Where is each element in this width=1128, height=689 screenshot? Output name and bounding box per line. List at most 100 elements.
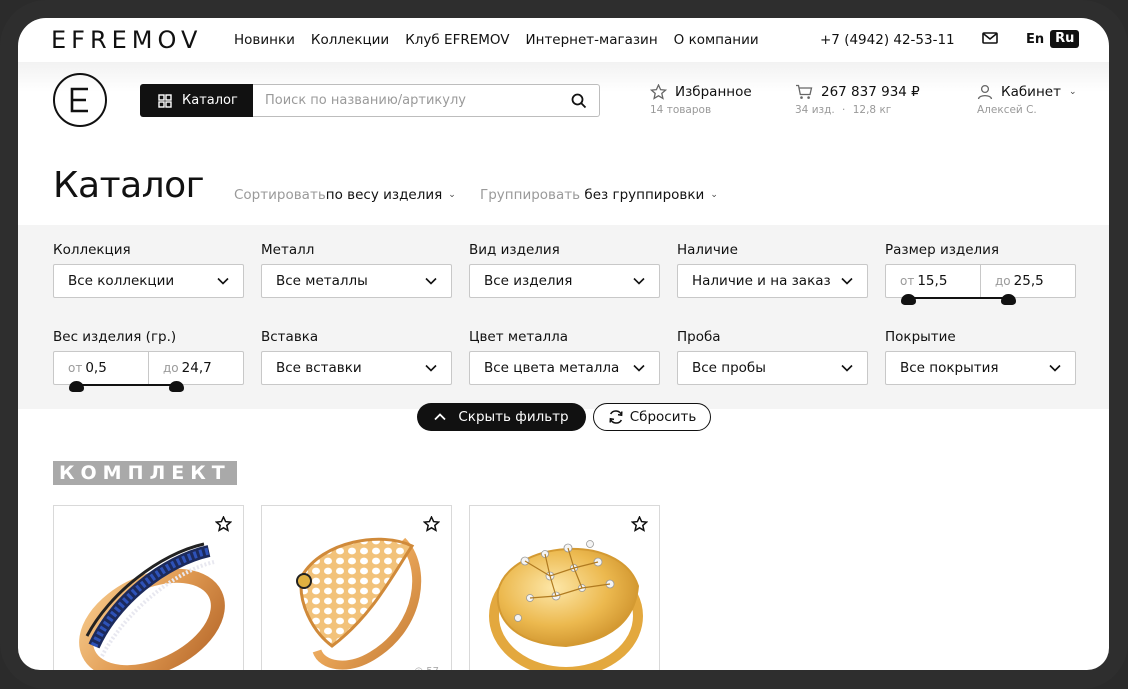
logo-e-icon bbox=[70, 87, 88, 113]
filter-collection: Коллекция Все коллекции bbox=[53, 242, 244, 298]
weight-to-field[interactable]: до 24,7 bbox=[148, 352, 243, 384]
weight-slider-min-handle[interactable] bbox=[69, 381, 84, 392]
favorites-link[interactable]: Избранное 14 товаров bbox=[650, 84, 752, 116]
cabinet-user-name: Алексей С. bbox=[977, 104, 1037, 116]
nav-item-club[interactable]: Клуб EFREMOV bbox=[405, 32, 509, 48]
filter-label: Проба bbox=[677, 329, 721, 345]
user-icon bbox=[977, 84, 993, 100]
range-prefix: от bbox=[68, 361, 83, 375]
filter-metal: Металл Все металлы bbox=[261, 242, 452, 298]
filter-label: Коллекция bbox=[53, 242, 131, 258]
group-label: Группировать bbox=[480, 187, 581, 203]
sort-label: Сортировать bbox=[234, 187, 326, 203]
filter-label: Наличие bbox=[677, 242, 738, 258]
range-prefix: до bbox=[995, 274, 1011, 288]
weight-from-field[interactable]: от 0,5 bbox=[54, 352, 148, 384]
browser-viewport: EFREMOV Новинки Коллекции Клуб EFREMOV И… bbox=[18, 18, 1109, 670]
range-prefix: от bbox=[900, 274, 915, 288]
search-input[interactable] bbox=[253, 85, 553, 116]
device-frame: EFREMOV Новинки Коллекции Клуб EFREMOV И… bbox=[0, 0, 1128, 689]
select-value: Все изделия bbox=[484, 273, 573, 289]
collection-select[interactable]: Все коллекции bbox=[53, 264, 244, 298]
page-title: Каталог bbox=[53, 165, 205, 206]
chevron-down-icon bbox=[217, 277, 229, 285]
select-value: Все цвета металла bbox=[484, 360, 620, 376]
chevron-down-icon: ⌄ bbox=[448, 190, 456, 200]
cabinet-menu[interactable]: Кабинет ⌄ Алексей С. bbox=[977, 84, 1077, 116]
grid-icon bbox=[158, 93, 172, 108]
reset-filter-button[interactable]: Сбросить bbox=[593, 403, 711, 431]
size-slider-min-handle[interactable] bbox=[901, 294, 916, 305]
select-value: Все пробы bbox=[692, 360, 766, 376]
favorite-star-icon[interactable] bbox=[423, 516, 440, 532]
nav-item-new[interactable]: Новинки bbox=[234, 32, 295, 48]
lang-ru[interactable]: Ru bbox=[1050, 30, 1080, 48]
weight-slider-track bbox=[76, 384, 177, 386]
chevron-down-icon: ⌄ bbox=[1068, 87, 1077, 97]
chevron-down-icon: ⌄ bbox=[710, 190, 718, 200]
range-prefix: до bbox=[163, 361, 179, 375]
item-type-select[interactable]: Все изделия bbox=[469, 264, 660, 298]
chevron-down-icon bbox=[841, 364, 853, 372]
mail-icon[interactable] bbox=[982, 32, 998, 44]
filter-metal-color: Цвет металла Все цвета металла bbox=[469, 329, 660, 385]
brand-logo-text[interactable]: EFREMOV bbox=[51, 26, 202, 54]
insert-select[interactable]: Все вставки bbox=[261, 351, 452, 385]
group-dropdown[interactable]: Группировать без группировки ⌄ bbox=[480, 187, 718, 203]
main-nav: Новинки Коллекции Клуб EFREMOV Интернет-… bbox=[234, 32, 759, 48]
filter-assay: Проба Все пробы bbox=[677, 329, 868, 385]
cart-weight: 12,8 кг bbox=[852, 104, 892, 116]
sort-value: по весу изделия bbox=[325, 187, 443, 203]
coating-select[interactable]: Все покрытия bbox=[885, 351, 1076, 385]
search-icon[interactable] bbox=[571, 93, 587, 109]
weight-range: от 0,5 до 24,7 bbox=[53, 351, 244, 392]
nav-item-shop[interactable]: Интернет-магазин bbox=[526, 32, 658, 48]
view-count-value: 57 bbox=[426, 666, 439, 670]
size-slider-max-handle[interactable] bbox=[1001, 294, 1016, 305]
select-value: Все коллекции bbox=[68, 273, 175, 289]
filter-weight: Вес изделия (гр.) от 0,5 до 24,7 bbox=[53, 329, 244, 392]
metal-select[interactable]: Все металлы bbox=[261, 264, 452, 298]
product-card[interactable]: ◎ 57 bbox=[261, 505, 452, 670]
hide-filter-button[interactable]: Скрыть фильтр bbox=[417, 403, 586, 431]
filter-availability: Наличие Наличие и на заказ bbox=[677, 242, 868, 298]
size-from-field[interactable]: от 15,5 bbox=[886, 265, 980, 297]
filter-panel: Коллекция Все коллекции Металл Все метал… bbox=[18, 225, 1109, 409]
phone-number[interactable]: +7 (4942) 42-53-11 bbox=[820, 32, 955, 48]
product-card[interactable] bbox=[53, 505, 244, 670]
chevron-down-icon bbox=[841, 277, 853, 285]
favorite-star-icon[interactable] bbox=[215, 516, 232, 532]
chevron-up-icon bbox=[434, 413, 446, 421]
weight-to-value: 24,7 bbox=[181, 360, 212, 376]
group-value: без группировки bbox=[584, 187, 705, 203]
weight-slider-max-handle[interactable] bbox=[169, 381, 184, 392]
size-to-field[interactable]: до 25,5 bbox=[980, 265, 1075, 297]
view-count: ◎ 57 bbox=[414, 666, 439, 670]
size-to-value: 25,5 bbox=[1013, 273, 1044, 289]
cart-link[interactable]: 267 837 934 ₽ 34 изд. · 12,8 кг bbox=[795, 84, 920, 116]
metal-color-select[interactable]: Все цвета металла bbox=[469, 351, 660, 385]
availability-select[interactable]: Наличие и на заказ bbox=[677, 264, 868, 298]
catalog-button[interactable]: Каталог bbox=[140, 84, 254, 117]
chevron-down-icon bbox=[633, 364, 645, 372]
select-value: Все вставки bbox=[276, 360, 362, 376]
sort-dropdown[interactable]: Сортироватьпо весу изделия ⌄ bbox=[234, 187, 456, 203]
select-value: Все металлы bbox=[276, 273, 368, 289]
filter-size: Размер изделия от 15,5 до 25,5 bbox=[885, 242, 1076, 305]
lang-en[interactable]: En bbox=[1026, 32, 1044, 47]
favorite-star-icon[interactable] bbox=[631, 516, 648, 532]
star-outline-icon bbox=[650, 84, 667, 100]
nav-item-about[interactable]: О компании bbox=[674, 32, 759, 48]
efremov-logo[interactable] bbox=[53, 73, 107, 127]
product-card[interactable] bbox=[469, 505, 660, 670]
filter-coating: Покрытие Все покрытия bbox=[885, 329, 1076, 385]
filter-label: Размер изделия bbox=[885, 242, 1000, 258]
search-box bbox=[253, 84, 600, 117]
size-from-value: 15,5 bbox=[917, 273, 948, 289]
assay-select[interactable]: Все пробы bbox=[677, 351, 868, 385]
nav-item-collections[interactable]: Коллекции bbox=[311, 32, 389, 48]
cart-summary: 34 изд. · 12,8 кг bbox=[795, 104, 892, 116]
filter-label: Вид изделия bbox=[469, 242, 560, 258]
size-range: от 15,5 до 25,5 bbox=[885, 264, 1076, 305]
reset-filter-label: Сбросить bbox=[629, 409, 697, 425]
